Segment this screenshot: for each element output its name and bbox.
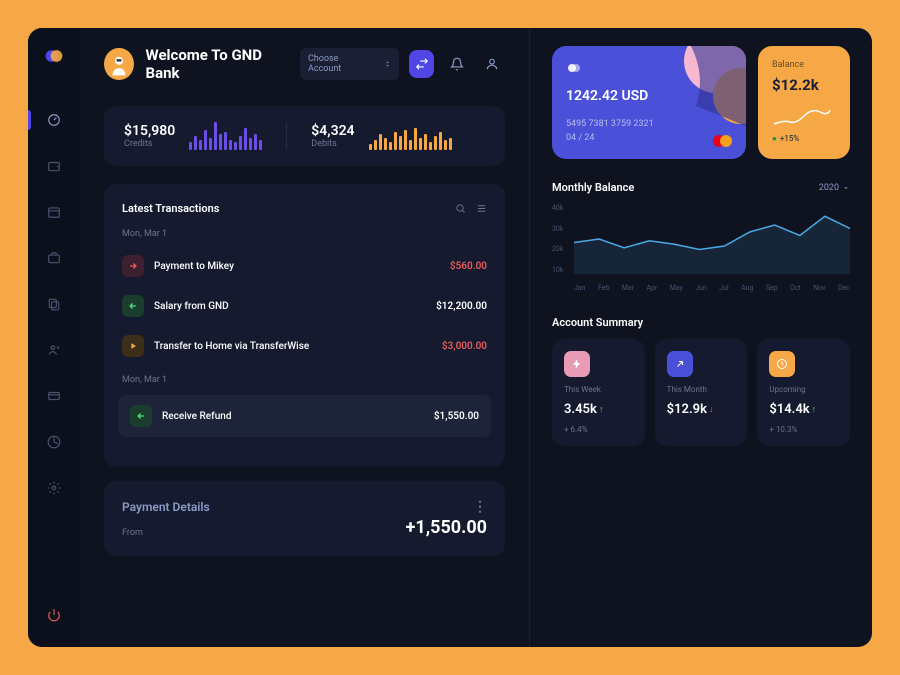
transactions-title: Latest Transactions xyxy=(122,202,219,215)
arrow-up-icon: ↑ xyxy=(599,404,604,415)
app-window: Welcome To GND Bank Choose Account $15,9… xyxy=(28,28,872,647)
balance-sparkline xyxy=(772,106,832,130)
tx-amount: $1,550.00 xyxy=(434,411,479,422)
header: Welcome To GND Bank Choose Account xyxy=(104,46,505,82)
tx-name: Receive Refund xyxy=(162,411,424,422)
chevron-updown-icon xyxy=(384,60,391,68)
left-pane: Welcome To GND Bank Choose Account $15,9… xyxy=(80,28,530,647)
welcome-text: Welcome To GND Bank xyxy=(146,46,288,82)
nav-briefcase[interactable] xyxy=(40,244,68,272)
credits-stat: $15,980 Credits xyxy=(124,122,287,150)
account-select-label: Choose Account xyxy=(308,54,366,74)
nav-transactions[interactable] xyxy=(40,290,68,318)
nav-settings[interactable] xyxy=(40,474,68,502)
payment-from-label: From xyxy=(122,528,143,538)
balance-change: ●+15% xyxy=(772,134,836,143)
nav-dashboard[interactable] xyxy=(40,106,68,134)
user-avatar[interactable] xyxy=(104,48,134,80)
credits-label: Credits xyxy=(124,139,175,149)
transfer-button[interactable] xyxy=(409,50,434,78)
profile-button[interactable] xyxy=(480,50,505,78)
debits-label: Debits xyxy=(311,139,354,149)
card-expiry: 04 / 24 xyxy=(566,132,732,146)
credits-value: $15,980 xyxy=(124,123,175,139)
debits-stat: $4,324 Debits xyxy=(311,122,451,150)
clock-icon xyxy=(769,351,795,377)
search-icon[interactable] xyxy=(455,203,466,214)
debits-value: $4,324 xyxy=(311,123,354,139)
sidebar xyxy=(28,28,80,647)
card-chip-icon xyxy=(566,60,582,76)
tx-amount: $12,200.00 xyxy=(436,301,487,312)
summary-label: This Week xyxy=(564,385,633,394)
summary-label: This Month xyxy=(667,385,736,394)
payment-details-title: Payment Details xyxy=(122,500,210,514)
app-logo xyxy=(44,46,64,66)
balance-value: $12.2k xyxy=(772,76,836,94)
tx-amount: $560.00 xyxy=(450,261,487,272)
sidebar-nav xyxy=(40,106,68,601)
credit-card[interactable]: 1242.42 USD 5495 7381 3759 2321 04 / 24 xyxy=(552,46,746,159)
expand-icon xyxy=(667,351,693,377)
nav-card[interactable] xyxy=(40,382,68,410)
transfer-icon xyxy=(122,335,144,357)
nav-analytics[interactable] xyxy=(40,428,68,456)
header-actions: Choose Account xyxy=(300,48,505,80)
transaction-row[interactable]: Payment to Mikey $560.00 xyxy=(122,249,487,283)
tx-name: Transfer to Home via TransferWise xyxy=(154,341,432,352)
nav-users[interactable] xyxy=(40,336,68,364)
summary-upcoming[interactable]: Upcoming $14.4k↑ + 10.3% xyxy=(757,339,850,446)
outgoing-icon xyxy=(122,255,144,277)
summary-month[interactable]: This Month $12.9k↓ xyxy=(655,339,748,446)
tx-date-1: Mon, Mar 1 xyxy=(122,229,487,239)
arrow-up-icon: ↑ xyxy=(812,404,817,415)
chevron-down-icon xyxy=(842,184,850,192)
card-decoration xyxy=(646,46,746,126)
balance-card[interactable]: Balance $12.2k ●+15% xyxy=(758,46,850,159)
balance-label: Balance xyxy=(772,60,836,70)
more-icon[interactable]: ⋮ xyxy=(473,499,487,515)
credits-sparkline xyxy=(189,122,262,150)
arrow-down-icon: ↓ xyxy=(709,404,714,415)
transactions-panel: Latest Transactions Mon, Mar 1 Payment t… xyxy=(104,184,505,467)
summary-grid: This Week 3.45k↑ + 6.4% This Month $12.9… xyxy=(552,339,850,446)
monthly-balance-chart: 40k30k20k10k JanFebMarAprMayJunJulAugSep… xyxy=(552,204,850,292)
summary-change: + 10.3% xyxy=(769,425,838,434)
incoming-icon xyxy=(130,405,152,427)
transaction-row[interactable]: Salary from GND $12,200.00 xyxy=(122,289,487,323)
nav-wallet[interactable] xyxy=(40,152,68,180)
nav-calendar[interactable] xyxy=(40,198,68,226)
tx-name: Salary from GND xyxy=(154,301,426,312)
tx-date-2: Mon, Mar 1 xyxy=(122,375,487,385)
account-selector[interactable]: Choose Account xyxy=(300,48,399,80)
payment-amount: +1,550.00 xyxy=(406,517,487,538)
tx-amount: $3,000.00 xyxy=(442,341,487,352)
stats-panel: $15,980 Credits $4,324 Debits xyxy=(104,106,505,166)
list-icon[interactable] xyxy=(476,203,487,214)
transaction-row[interactable]: Transfer to Home via TransferWise $3,000… xyxy=(122,329,487,363)
summary-week[interactable]: This Week 3.45k↑ + 6.4% xyxy=(552,339,645,446)
notifications-button[interactable] xyxy=(444,50,469,78)
summary-label: Upcoming xyxy=(769,385,838,394)
incoming-icon xyxy=(122,295,144,317)
year-selector[interactable]: 2020 xyxy=(819,183,850,193)
mastercard-icon xyxy=(713,135,732,147)
tx-name: Payment to Mikey xyxy=(154,261,440,272)
transaction-row-selected[interactable]: Receive Refund $1,550.00 xyxy=(118,395,491,437)
payment-details-panel: Payment Details ⋮ From +1,550.00 xyxy=(104,481,505,556)
summary-change: + 6.4% xyxy=(564,425,633,434)
debits-sparkline xyxy=(369,122,452,150)
bolt-icon xyxy=(564,351,590,377)
nav-power[interactable] xyxy=(40,601,68,629)
right-pane: 1242.42 USD 5495 7381 3759 2321 04 / 24 … xyxy=(530,28,872,647)
monthly-balance-title: Monthly Balance xyxy=(552,181,634,194)
main-content: Welcome To GND Bank Choose Account $15,9… xyxy=(80,28,872,647)
account-summary-title: Account Summary xyxy=(552,316,643,329)
